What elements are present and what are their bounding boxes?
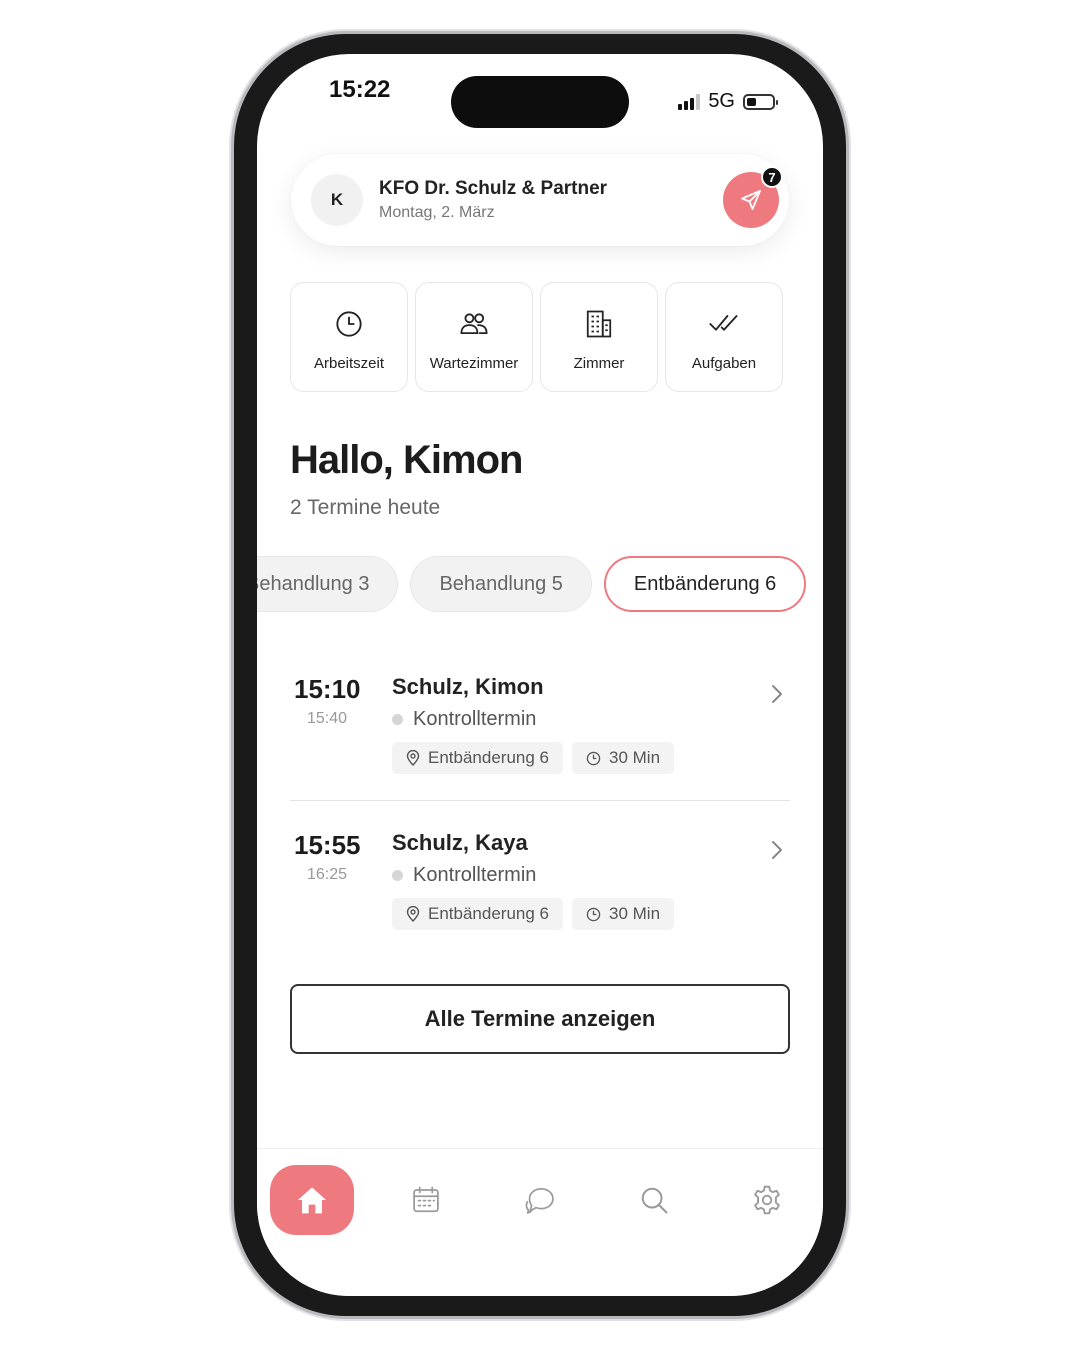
quick-action-zimmer[interactable]: Zimmer [540, 282, 658, 392]
room-chip-active[interactable]: Entbänderung 6 [603, 556, 807, 612]
patient-name: Schulz, Kimon [392, 674, 544, 699]
appointment-type: Kontrolltermin [392, 864, 536, 887]
quick-action-arbeitszeit[interactable]: Arbeitszeit [290, 282, 408, 392]
duration-tag: 30 Min [572, 742, 675, 774]
double-check-icon [709, 315, 738, 331]
phone-screen: 15:22 5G K KFO Dr. Schulz & Partner Mont… [257, 54, 823, 1296]
appointment-type: Kontrolltermin [392, 708, 536, 731]
appointment-type-label: Kontrolltermin [413, 864, 537, 886]
quick-action-label: Aufgaben [691, 355, 757, 372]
appointment-row[interactable]: 15:10 15:40 Schulz, Kimon Kontrolltermin… [290, 674, 790, 784]
appointment-start-time: 15:55 [294, 830, 361, 860]
quick-action-label: Wartezimmer [429, 355, 519, 372]
room-tag: Entbänderung 6 [392, 742, 563, 774]
battery-icon [743, 93, 778, 110]
paper-plane-icon [741, 190, 761, 210]
quick-action-label: Zimmer [573, 355, 625, 372]
chat-icon [525, 1188, 554, 1214]
quick-action-label: Arbeitszeit [313, 355, 385, 372]
clock-icon [586, 907, 601, 921]
status-indicators: 5G [678, 90, 778, 113]
header-date: Montag, 2. März [379, 204, 495, 221]
appointment-row[interactable]: 15:55 16:25 Schulz, Kaya Kontrolltermin … [290, 830, 790, 940]
room-filter-chips: Behandlung 3 Behandlung 5 Entbänderung 6 [257, 556, 807, 612]
tab-search[interactable] [612, 1165, 696, 1235]
gear-icon [754, 1185, 780, 1215]
practice-name: KFO Dr. Schulz & Partner [379, 178, 608, 199]
appointment-start-time: 15:10 [294, 674, 361, 704]
location-pin-icon [406, 906, 420, 922]
clock-icon [336, 311, 362, 337]
chevron-right-icon [772, 841, 782, 859]
chevron-right-icon [772, 685, 782, 703]
room-tag-label: Entbänderung 6 [428, 748, 549, 767]
notification-badge: 7 [761, 166, 783, 188]
tab-bar [257, 1148, 823, 1296]
people-icon [460, 313, 488, 335]
signal-icon [678, 93, 701, 110]
room-tag: Entbänderung 6 [392, 898, 563, 930]
tab-calendar[interactable] [384, 1165, 468, 1235]
room-chip[interactable]: Behandlung 3 [257, 556, 399, 612]
avatar[interactable]: K [311, 174, 363, 226]
list-divider [290, 800, 790, 801]
status-time: 15:22 [329, 76, 391, 103]
show-all-appointments-button[interactable]: Alle Termine anzeigen [290, 984, 790, 1054]
quick-action-wartezimmer[interactable]: Wartezimmer [415, 282, 533, 392]
appointment-type-label: Kontrolltermin [413, 708, 537, 730]
quick-actions: Arbeitszeit Wartezimmer Zimmer Aufgaben [290, 282, 783, 392]
appointment-end-time: 16:25 [307, 866, 348, 883]
duration-label: 30 Min [609, 748, 661, 767]
duration-label: 30 Min [609, 904, 661, 923]
quick-action-aufgaben[interactable]: Aufgaben [665, 282, 783, 392]
status-dot [392, 870, 403, 881]
room-tag-label: Entbänderung 6 [428, 904, 549, 923]
home-icon [298, 1187, 326, 1214]
appointment-end-time: 15:40 [307, 710, 348, 727]
dynamic-island [451, 76, 629, 128]
search-icon [641, 1187, 668, 1214]
tab-messages[interactable] [498, 1165, 582, 1235]
room-chip[interactable]: Behandlung 5 [410, 556, 592, 612]
location-pin-icon [406, 750, 420, 766]
clock-icon [586, 751, 601, 765]
patient-name: Schulz, Kaya [392, 830, 528, 855]
network-label: 5G [708, 90, 735, 112]
appointments-count: 2 Termine heute [290, 496, 441, 519]
tab-settings[interactable] [725, 1165, 809, 1235]
tab-home[interactable] [270, 1165, 354, 1235]
greeting-title: Hallo, Kimon [290, 438, 523, 482]
status-dot [392, 714, 403, 725]
building-icon [586, 310, 612, 338]
duration-tag: 30 Min [572, 898, 675, 930]
calendar-icon [413, 1186, 439, 1213]
practice-header: K KFO Dr. Schulz & Partner Montag, 2. Mä… [291, 154, 789, 246]
appointment-tags: Entbänderung 6 30 Min [392, 898, 675, 930]
appointment-tags: Entbänderung 6 30 Min [392, 742, 675, 774]
